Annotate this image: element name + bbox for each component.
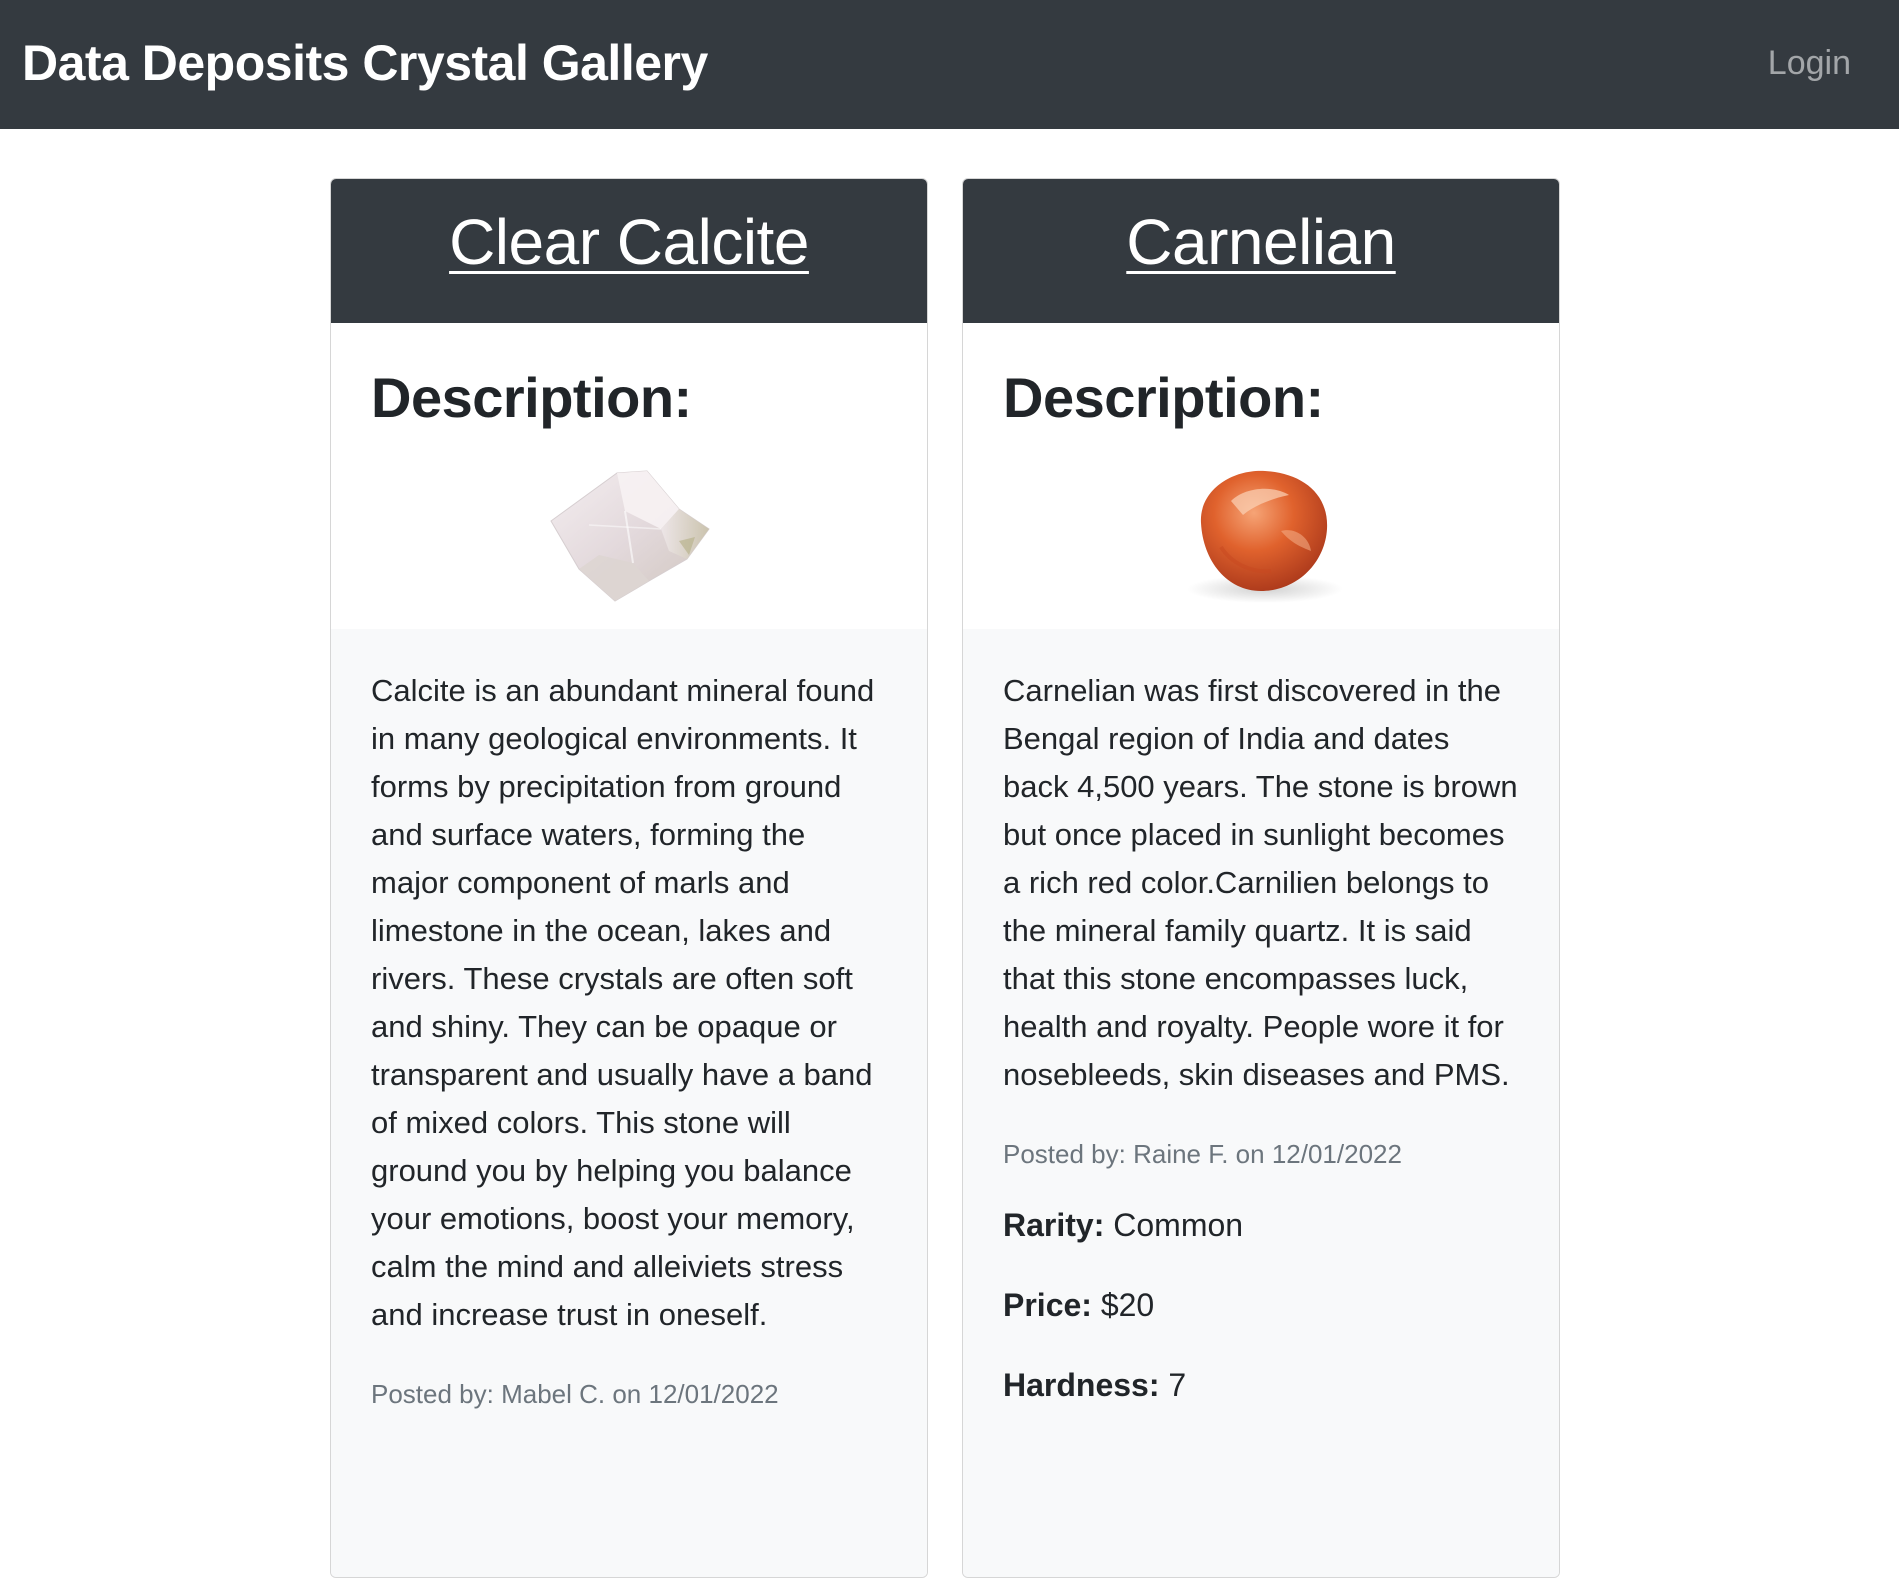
carnelian-stone-image (1187, 470, 1343, 603)
price-row: Price: $20 (1003, 1280, 1519, 1330)
rarity-value: Common (1113, 1207, 1244, 1243)
card-title-link[interactable]: Clear Calcite (449, 206, 809, 278)
hardness-row: Hardness: 7 (1003, 1360, 1519, 1410)
price-value: $20 (1100, 1287, 1155, 1323)
crystal-card-calcite: Clear Calcite Description: Calcite is an… (330, 178, 928, 1578)
card-top: Description: (331, 323, 927, 629)
rarity-row: Rarity: Common (1003, 1200, 1519, 1250)
description-heading: Description: (1003, 366, 1324, 429)
posted-by: Posted by: Raine F. on 12/01/2022 (1003, 1139, 1402, 1169)
navbar: Data Deposits Crystal Gallery Login (0, 0, 1899, 129)
card-top: Description: (963, 323, 1559, 629)
brand-title[interactable]: Data Deposits Crystal Gallery (22, 34, 708, 92)
hardness-value: 7 (1168, 1367, 1187, 1403)
calcite-crystal-image (550, 470, 710, 602)
crystal-card-carnelian: Carnelian Description: Carnelian was fir… (962, 178, 1560, 1578)
description-heading: Description: (371, 366, 692, 429)
card-body: Carnelian was first discovered in the Be… (963, 629, 1559, 1577)
description-text: Carnelian was first discovered in the Be… (1003, 673, 1518, 1092)
card-header: Carnelian (963, 179, 1559, 323)
card-title-link[interactable]: Carnelian (1126, 206, 1396, 278)
description-text: Calcite is an abundant mineral found in … (371, 673, 875, 1332)
card-body: Calcite is an abundant mineral found in … (331, 629, 927, 1577)
login-link[interactable]: Login (1768, 44, 1851, 83)
price-label: Price: (1003, 1287, 1092, 1323)
rarity-label: Rarity: (1003, 1207, 1105, 1243)
hardness-label: Hardness: (1003, 1367, 1160, 1403)
card-header: Clear Calcite (331, 179, 927, 323)
posted-by: Posted by: Mabel C. on 12/01/2022 (371, 1379, 779, 1409)
